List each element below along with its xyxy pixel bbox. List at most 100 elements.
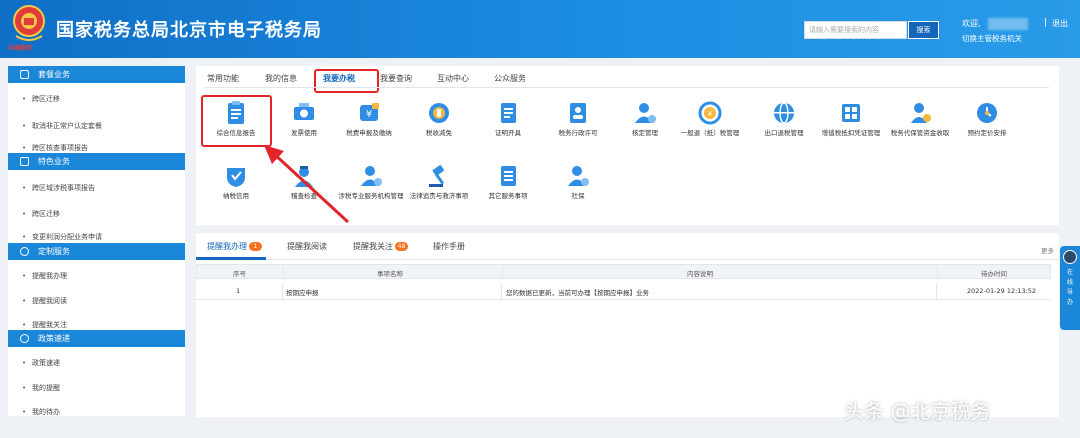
count-badge: 1 [249, 242, 262, 251]
agency-icon [361, 166, 382, 186]
tile-highlight-box [201, 95, 272, 147]
list-icon [501, 166, 516, 186]
tile-label: 纳税信用 [223, 192, 249, 200]
sidebar-section-special[interactable]: 特色业务 [8, 153, 185, 170]
tab-manual[interactable]: 操作手册 [433, 241, 465, 252]
tile-label: 税务代保管资金收取 [890, 129, 950, 137]
tile-vat-deduction[interactable]: 增值税抵扣凭证管理 [818, 100, 884, 138]
tile-credit[interactable]: 纳税信用 [203, 163, 269, 201]
col-divider [937, 265, 938, 278]
tab-highlight-box [314, 69, 379, 93]
clock-icon [977, 103, 997, 123]
tile-admin-license[interactable]: 税务行政许可 [545, 100, 611, 138]
assistant-avatar-icon [1063, 250, 1077, 264]
tile-label: 稽查检查 [291, 192, 317, 200]
tile-certificate[interactable]: 证明开具 [475, 100, 541, 138]
reminder-panel: 提醒我办理 1 提醒我阅读 提醒我关注 48 操作手册 更多 序号 事项名称 内容说… [196, 233, 1059, 417]
guide-text-3: 导 [1066, 289, 1073, 296]
sidebar-item[interactable]: 提醒我阅读 [8, 292, 180, 310]
tile-export-refund[interactable]: 出口退税管理 [751, 100, 817, 138]
tile-inspection[interactable]: 稽查检查 [271, 163, 337, 201]
tile-label: 法律追责与救济事项 [409, 192, 469, 200]
social-security-icon [568, 166, 589, 186]
sidebar-item[interactable]: 提醒我关注 [8, 318, 180, 328]
tab-public-service[interactable]: 公众服务 [494, 70, 526, 88]
tile-agency-management[interactable]: 涉税专业服务机构管理 [338, 163, 404, 201]
emblem-caption: 中国税务 [8, 45, 33, 52]
table-row[interactable]: 1 按期应申报 您的数据已更新，当前可办理【按期应申报】业务 2022-01-2… [196, 284, 1051, 300]
tab-remind-read[interactable]: 提醒我阅读 [287, 241, 327, 252]
guide-text-1: 在 [1066, 269, 1073, 276]
sidebar-item[interactable]: 我的待办 [8, 405, 180, 416]
tile-assessment[interactable]: 核定管理 [612, 100, 678, 138]
tab-remind-follow[interactable]: 提醒我关注 48 [353, 241, 408, 252]
col-header: 事项名称 [377, 270, 403, 278]
watermark-text: 头条 @北京税务 [844, 399, 991, 423]
col-header: 内容说明 [687, 270, 713, 278]
coin-icon [429, 103, 449, 123]
search-button[interactable]: 搜索 [908, 21, 939, 39]
col-divider [502, 265, 503, 278]
tab-query[interactable]: 我要查询 [380, 70, 412, 88]
sidebar-item[interactable]: 政策速递 [8, 354, 180, 372]
gavel-icon [429, 165, 445, 187]
online-guide-button[interactable]: 在 线 导 办 [1060, 246, 1080, 330]
tile-refund[interactable]: ¥ 一般退（抵）税管理 [677, 100, 743, 138]
inspector-icon [295, 166, 313, 187]
tab-remind-handle[interactable]: 提醒我办理 1 [207, 241, 262, 252]
person-card-icon [570, 103, 586, 123]
yuan-icon: ¥ [360, 103, 379, 121]
package-icon [20, 70, 29, 79]
cell-time: 2022-01-29 12:13:52 [967, 287, 1037, 295]
sidebar-item[interactable]: 变更利润分配业务申请 [8, 230, 180, 240]
cell-no: 1 [236, 287, 241, 295]
tax-emblem-icon [13, 5, 45, 41]
sidebar-item[interactable]: 跨区迁移 [8, 90, 180, 108]
search-input[interactable] [804, 21, 907, 39]
tile-label: 增值税抵扣凭证管理 [821, 129, 881, 137]
tile-custody-funds[interactable]: 税务代保管资金收取 [887, 100, 953, 138]
tile-label: 出口退税管理 [764, 129, 804, 137]
tile-social-security[interactable]: 社保 [545, 163, 611, 201]
table-header: 序号 事项名称 内容说明 待办时间 [196, 264, 1051, 279]
sidebar-item[interactable]: 跨区迁移 [8, 205, 180, 223]
logout-link[interactable]: 退出 [1052, 18, 1068, 29]
more-link[interactable]: 更多 [1041, 245, 1054, 255]
refund-icon: ¥ [698, 101, 722, 125]
switch-tax-office-link[interactable]: 切换主管税务机关 [962, 33, 1022, 44]
tile-declaration[interactable]: ¥ 税费申报及缴纳 [336, 100, 402, 138]
sidebar-section-policy[interactable]: 政策速递 [8, 330, 185, 347]
col-header: 序号 [233, 270, 246, 278]
tile-tax-reduction[interactable]: 税收减免 [406, 100, 472, 138]
service-panel: 常用功能 我的信息 我要办税 我要查询 互动中心 公众服务 [196, 66, 1059, 225]
sidebar-item[interactable]: 跨区核查事项报告 [8, 140, 180, 152]
guide-text-2: 线 [1066, 279, 1073, 286]
tile-label: 税务行政许可 [558, 129, 598, 137]
sidebar-item[interactable]: 我的提醒 [8, 379, 180, 397]
svg-text:¥: ¥ [708, 110, 713, 118]
col-divider [282, 284, 283, 299]
tile-pricing-arrangement[interactable]: 预约定价安排 [954, 100, 1020, 138]
cell-name[interactable]: 按期应申报 [286, 287, 319, 297]
tab-underline [204, 87, 1049, 88]
user-info: 欢迎, 切换主管税务机关 [948, 18, 1038, 52]
sidebar-item[interactable]: 提醒我办理 [8, 267, 180, 285]
header-separator: | [1044, 18, 1048, 28]
heart-shield-icon [227, 168, 245, 187]
tile-label: 预约定价安排 [967, 129, 1007, 137]
sidebar-section-custom[interactable]: 定制服务 [8, 243, 185, 260]
sidebar-item[interactable]: 取消非正常户认定套餐 [8, 117, 180, 135]
tab-my-info[interactable]: 我的信息 [265, 70, 297, 88]
tab-interaction[interactable]: 互动中心 [437, 70, 469, 88]
svg-text:¥: ¥ [366, 109, 372, 120]
guide-text-4: 办 [1066, 299, 1073, 306]
tile-label: 涉税专业服务机构管理 [338, 192, 404, 200]
tab-common[interactable]: 常用功能 [207, 70, 239, 88]
sidebar-section-package[interactable]: 套餐业务 [8, 66, 185, 83]
tile-label: 核定管理 [632, 129, 658, 137]
tile-invoice[interactable]: 发票使用 [271, 100, 337, 138]
user-settings-icon [635, 103, 656, 123]
tile-legal-remedy[interactable]: 法律追责与救济事项 [406, 163, 472, 201]
sidebar-item[interactable]: 跨区域涉税事项报告 [8, 179, 180, 197]
tile-other-services[interactable]: 其它服务事项 [475, 163, 541, 201]
